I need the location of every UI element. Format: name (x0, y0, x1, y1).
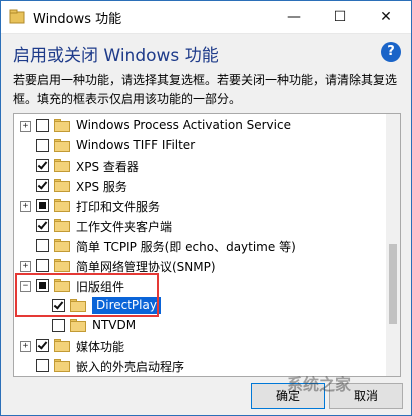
tree-item[interactable]: XPS 查看器 (14, 156, 384, 176)
window-title: Windows 功能 (33, 12, 122, 27)
tree-item[interactable]: NTVDM (14, 316, 384, 336)
tree-item-label: XPS 服务 (76, 180, 127, 194)
features-tree[interactable]: + Windows Process Activation Service Windo… (13, 113, 401, 377)
tree-item-label: 工作文件夹客户端 (76, 220, 173, 234)
expand-icon[interactable]: + (20, 121, 31, 132)
maximize-button[interactable]: ☐ (317, 1, 363, 33)
tree-item[interactable]: Windows TIFF IFilter (14, 136, 384, 156)
expand-icon[interactable]: + (20, 261, 31, 272)
vertical-scrollbar[interactable] (386, 114, 400, 376)
tree-item-label: 媒体功能 (76, 340, 125, 354)
help-icon[interactable]: ? (381, 42, 401, 62)
tree-item-label: Windows TIFF IFilter (76, 138, 196, 152)
expand-icon[interactable]: + (20, 341, 31, 352)
feature-checkbox[interactable] (36, 239, 49, 252)
windows-features-dialog: Windows 功能 — ☐ ✕ 启用或关闭 Windows 功能 ? 若要启用… (0, 0, 412, 416)
feature-checkbox[interactable] (36, 179, 49, 192)
feature-checkbox[interactable] (36, 359, 49, 372)
tree-item[interactable]: + Windows Process Activation Service (14, 116, 384, 136)
tree-item[interactable]: + 打印和文件服务 (14, 196, 384, 216)
tree-item[interactable]: XPS 服务 (14, 176, 384, 196)
minimize-icon: — (287, 9, 301, 25)
feature-checkbox[interactable] (36, 339, 49, 352)
title-bar[interactable]: Windows 功能 — ☐ ✕ (1, 1, 411, 34)
folder-icon (54, 359, 70, 372)
folder-icon (54, 179, 70, 192)
folder-icon (54, 139, 70, 152)
folder-icon (54, 219, 70, 232)
feature-checkbox[interactable] (36, 199, 49, 212)
close-button[interactable]: ✕ (363, 1, 409, 33)
feature-checkbox[interactable] (36, 219, 49, 232)
windows-features-app-icon (9, 9, 25, 24)
folder-icon (70, 319, 86, 332)
tree-item[interactable]: + 媒体功能 (14, 336, 384, 356)
dialog-heading: 启用或关闭 Windows 功能 (13, 46, 219, 66)
folder-icon (54, 339, 70, 352)
tree-item-label: Windows Process Activation Service (76, 118, 291, 132)
folder-icon (54, 159, 70, 172)
expand-icon[interactable]: + (20, 201, 31, 212)
tree-item-label: 打印和文件服务 (76, 200, 161, 214)
feature-checkbox[interactable] (36, 119, 49, 132)
feature-checkbox[interactable] (36, 139, 49, 152)
tree-item-label: 嵌入的外壳启动程序 (76, 360, 185, 374)
feature-checkbox[interactable] (36, 259, 49, 272)
maximize-icon: ☐ (333, 9, 347, 25)
tree-item-label: 简单 TCPIP 服务(即 echo、daytime 等) (76, 240, 296, 254)
minimize-button[interactable]: — (271, 1, 317, 33)
folder-icon (54, 119, 70, 132)
tree-item[interactable]: 工作文件夹客户端 (14, 216, 384, 236)
feature-checkbox[interactable] (36, 159, 49, 172)
tree-item-label: NTVDM (92, 318, 137, 332)
close-icon: ✕ (380, 9, 392, 25)
tree-item[interactable]: 简单 TCPIP 服务(即 echo、daytime 等) (14, 236, 384, 256)
feature-checkbox[interactable] (52, 319, 65, 332)
scrollbar-thumb[interactable] (389, 244, 397, 324)
highlight-box (15, 273, 159, 317)
folder-icon (54, 259, 70, 272)
tree-item-label: XPS 查看器 (76, 160, 139, 174)
dialog-description: 若要启用一种功能，请选择其复选框。若要关闭一种功能，请清除其复选框。填充的框表示… (13, 73, 398, 106)
watermark-logo: 系统之家 (287, 375, 352, 394)
folder-icon (54, 239, 70, 252)
folder-icon (54, 199, 70, 212)
